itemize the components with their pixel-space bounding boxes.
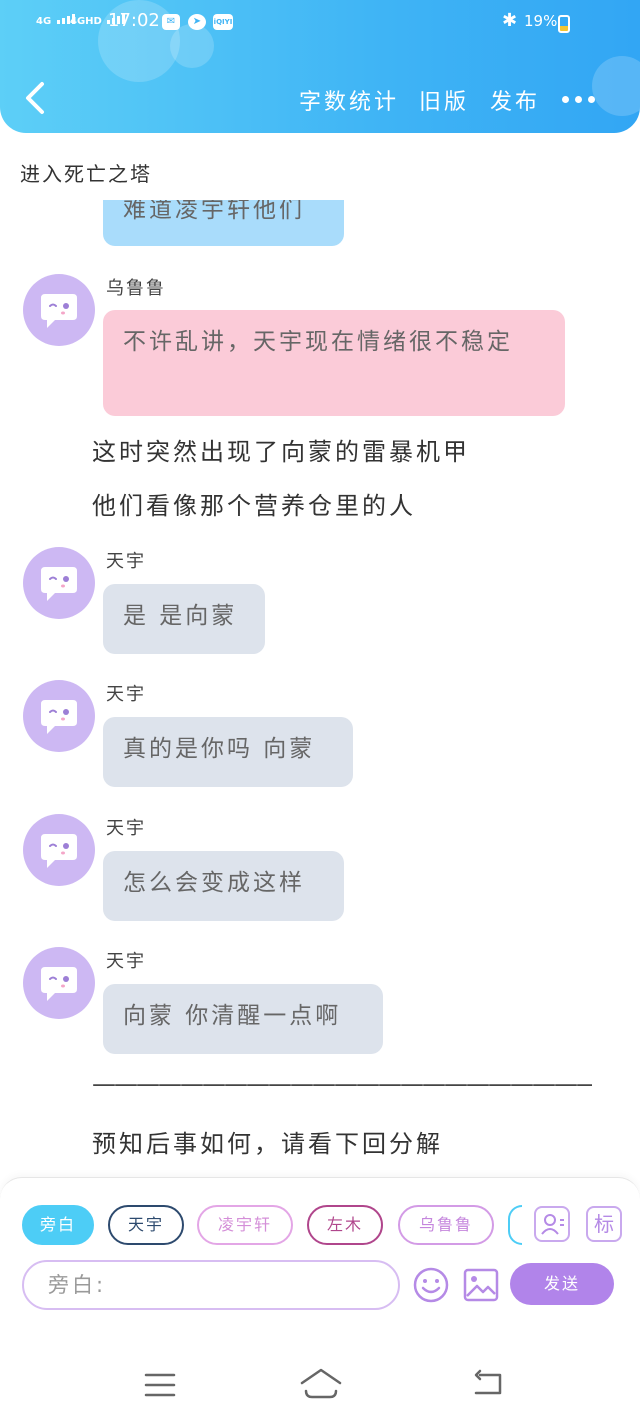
image-icon — [463, 1268, 499, 1302]
signal-indicator-1: 4G — [36, 14, 75, 27]
message-input[interactable]: 旁白: — [22, 1260, 400, 1310]
character-chip-narrator[interactable]: 旁白 — [22, 1205, 94, 1245]
message-list[interactable]: 难道凌宇轩他们 乌鲁鲁 不许乱讲，天宇现在情绪很不稳定 这时突然出现了向蒙的雷暴… — [0, 200, 640, 1180]
old-version-button[interactable]: 旧版 — [419, 84, 469, 116]
chat-face-icon — [41, 294, 77, 328]
chevron-left-icon — [26, 82, 44, 114]
home-nav-button[interactable] — [298, 1367, 344, 1401]
hamburger-icon — [144, 1373, 176, 1397]
avatar[interactable] — [23, 274, 95, 346]
avatar[interactable] — [23, 947, 95, 1019]
person-icon — [541, 1214, 564, 1235]
narration-line[interactable]: 预知后事如何，请看下回分解 — [92, 1124, 443, 1159]
dot-icon — [575, 95, 582, 103]
iqiyi-app-icon: iQIYI — [213, 14, 233, 30]
dialogue-bubble[interactable]: 真的是你吗 向蒙 — [103, 717, 353, 787]
character-chip-zuomu[interactable]: 左木 — [307, 1205, 383, 1245]
menu-nav-button[interactable] — [142, 1371, 178, 1399]
emoji-button[interactable] — [412, 1266, 450, 1304]
avatar[interactable] — [23, 547, 95, 619]
story-title: 进入死亡之塔 — [20, 162, 152, 186]
narration-line[interactable]: 他们看像那个营养仓里的人 — [92, 486, 416, 521]
back-nav-button[interactable] — [470, 1369, 506, 1399]
character-chip-wululu[interactable]: 乌鲁鲁 — [398, 1205, 494, 1245]
publish-button[interactable]: 发布 — [490, 84, 540, 116]
system-navigation-bar — [0, 1347, 640, 1422]
app-header: 4G 4GHD 17:02 ✉ ➤ iQIYI ✱ 19% 字数统计 旧版 发布 — [0, 0, 640, 133]
signal-label: 4GHD — [70, 16, 102, 27]
more-options-button[interactable] — [562, 92, 600, 106]
speaker-name: 天宇 — [106, 684, 146, 705]
image-button[interactable] — [462, 1266, 500, 1304]
composer-panel: 旁白 天宇 凌宇轩 左木 乌鲁鲁 标 旁白: 发送 — [0, 1177, 640, 1347]
chat-face-icon — [41, 967, 77, 1001]
word-count-button[interactable]: 字数统计 — [299, 84, 399, 116]
chat-face-icon — [41, 834, 77, 868]
signal-label: 4G — [36, 16, 52, 27]
speaker-name: 天宇 — [106, 551, 146, 572]
status-time: 17:02 — [108, 10, 160, 31]
avatar[interactable] — [23, 680, 95, 752]
dialogue-bubble[interactable]: 向蒙 你清醒一点啊 — [103, 984, 383, 1054]
avatar[interactable] — [23, 814, 95, 886]
send-button[interactable]: 发送 — [510, 1263, 614, 1305]
message-icon: ✉ — [162, 14, 180, 30]
speaker-name: 天宇 — [106, 818, 146, 839]
dialogue-bubble[interactable]: 是 是向蒙 — [103, 584, 265, 654]
character-chip-partial[interactable] — [508, 1205, 522, 1245]
speaker-name: 天宇 — [106, 951, 146, 972]
speaker-name: 乌鲁鲁 — [106, 278, 166, 299]
divider-line[interactable]: ——————————————————————— — [92, 1070, 592, 1098]
narration-line[interactable]: 这时突然出现了向蒙的雷暴机甲 — [92, 432, 470, 467]
dialogue-bubble[interactable]: 难道凌宇轩他们 — [103, 200, 344, 246]
dot-icon — [588, 95, 595, 103]
decorative-bubble — [592, 56, 640, 116]
character-chip-lingyuxuan[interactable]: 凌宇轩 — [197, 1205, 293, 1245]
tag-button[interactable]: 标 — [586, 1206, 622, 1242]
smiley-icon — [413, 1267, 449, 1303]
home-icon — [300, 1368, 342, 1399]
character-chip-tianyu[interactable]: 天宇 — [108, 1205, 184, 1245]
dot-icon — [562, 95, 569, 103]
compass-icon: ➤ — [188, 14, 206, 30]
battery-icon — [558, 15, 570, 33]
character-manage-button[interactable] — [534, 1206, 570, 1242]
bluetooth-icon: ✱ — [502, 10, 518, 31]
battery-percent: 19% — [524, 12, 558, 30]
return-icon — [474, 1369, 502, 1395]
chat-face-icon — [41, 567, 77, 601]
dialogue-bubble[interactable]: 怎么会变成这样 — [103, 851, 344, 921]
chat-face-icon — [41, 700, 77, 734]
status-bar: 4G 4GHD 17:02 ✉ ➤ iQIYI ✱ 19% — [0, 8, 640, 38]
dialogue-bubble[interactable]: 不许乱讲，天宇现在情绪很不稳定 — [103, 310, 565, 416]
back-button[interactable] — [22, 80, 48, 116]
